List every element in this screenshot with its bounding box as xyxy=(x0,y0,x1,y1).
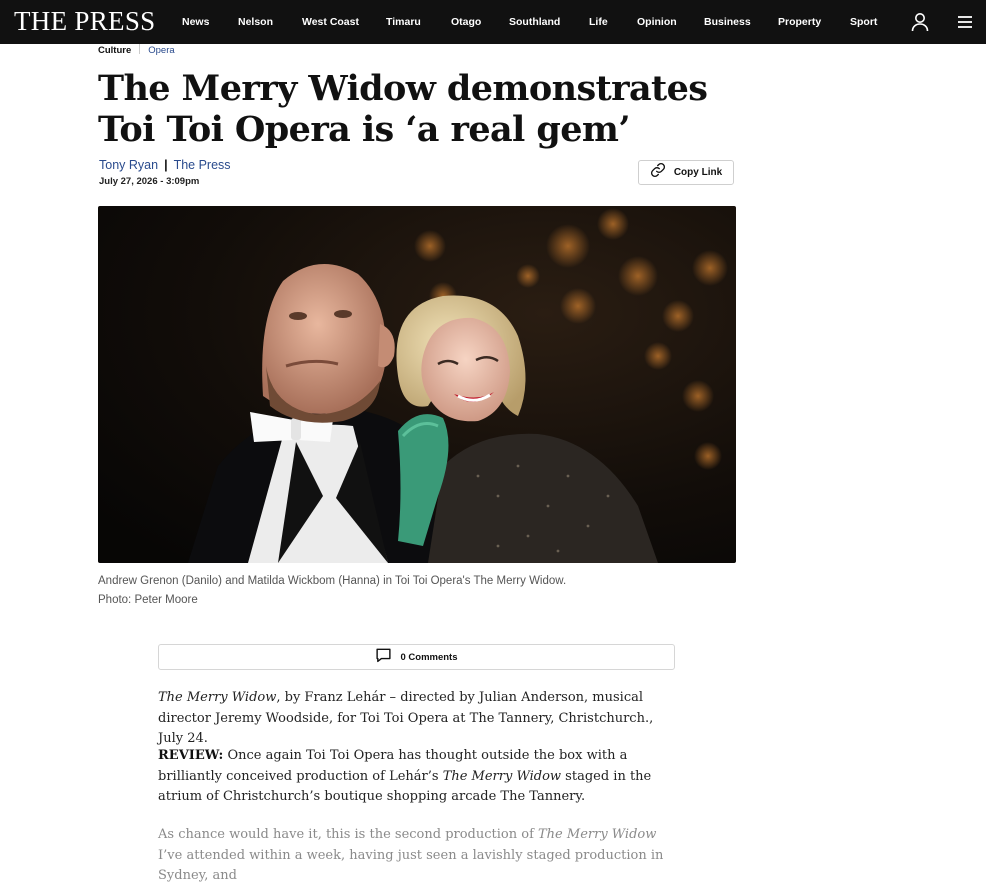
photo-caption: Andrew Grenon (Danilo) and Matilda Wickb… xyxy=(98,572,738,610)
para3-text-b: I’ve attended within a week, having just… xyxy=(158,847,664,884)
article-headline: The Merry Widow demonstrates Toi Toi Ope… xyxy=(98,68,708,150)
comments-button[interactable]: 0 Comments xyxy=(158,644,675,670)
para3-text-a: As chance would have it, this is the sec… xyxy=(158,827,539,842)
breadcrumb: Culture Opera xyxy=(98,44,175,56)
comment-icon xyxy=(375,647,392,668)
nav-item-west-coast[interactable]: West Coast xyxy=(302,16,359,28)
article-paragraph-3: As chance would have it, this is the sec… xyxy=(158,825,678,887)
nav-item-news[interactable]: News xyxy=(182,16,209,28)
nav-item-opinion[interactable]: Opinion xyxy=(637,16,677,28)
top-navigation-bar: THE PRESS News Nelson West Coast Timaru … xyxy=(0,0,986,44)
breadcrumb-culture[interactable]: Culture xyxy=(98,45,131,56)
caption-text: Andrew Grenon (Danilo) and Matilda Wickb… xyxy=(98,575,567,587)
publish-date: July 27, 2026 - 3:09pm xyxy=(99,176,200,187)
nav-item-property[interactable]: Property xyxy=(778,16,821,28)
nav-item-timaru[interactable]: Timaru xyxy=(386,16,421,28)
byline-separator: | xyxy=(164,158,168,172)
article-paragraph-review: REVIEW: Once again Toi Toi Opera has tho… xyxy=(158,746,678,808)
copy-link-button[interactable]: Copy Link xyxy=(638,160,734,185)
nav-item-sport[interactable]: Sport xyxy=(850,16,877,28)
author-link[interactable]: Tony Ryan xyxy=(99,158,158,172)
publication-link[interactable]: The Press xyxy=(174,158,231,172)
breadcrumb-opera[interactable]: Opera xyxy=(148,45,174,56)
review-label: REVIEW: xyxy=(158,748,224,763)
work-title: The Merry Widow xyxy=(158,690,277,705)
nav-item-business[interactable]: Business xyxy=(704,16,751,28)
site-logo[interactable]: THE PRESS xyxy=(14,6,155,37)
comments-label: 0 Comments xyxy=(400,651,458,663)
menu-icon[interactable] xyxy=(953,10,977,34)
article-paragraph-credits: The Merry Widow, by Franz Lehár – direct… xyxy=(158,688,678,750)
copy-link-label: Copy Link xyxy=(673,167,723,178)
nav-item-otago[interactable]: Otago xyxy=(451,16,481,28)
byline: Tony Ryan | The Press xyxy=(99,158,231,172)
hero-photo xyxy=(98,206,736,563)
work-title: The Merry Widow xyxy=(442,768,562,784)
user-icon[interactable] xyxy=(908,10,932,34)
nav-item-nelson[interactable]: Nelson xyxy=(238,16,273,28)
photo-credit: Photo: Peter Moore xyxy=(98,594,198,606)
nav-item-southland[interactable]: Southland xyxy=(509,16,560,28)
work-title: The Merry Widow xyxy=(538,827,657,842)
link-icon xyxy=(650,162,666,183)
nav-item-life[interactable]: Life xyxy=(589,16,608,28)
breadcrumb-divider xyxy=(139,44,141,54)
